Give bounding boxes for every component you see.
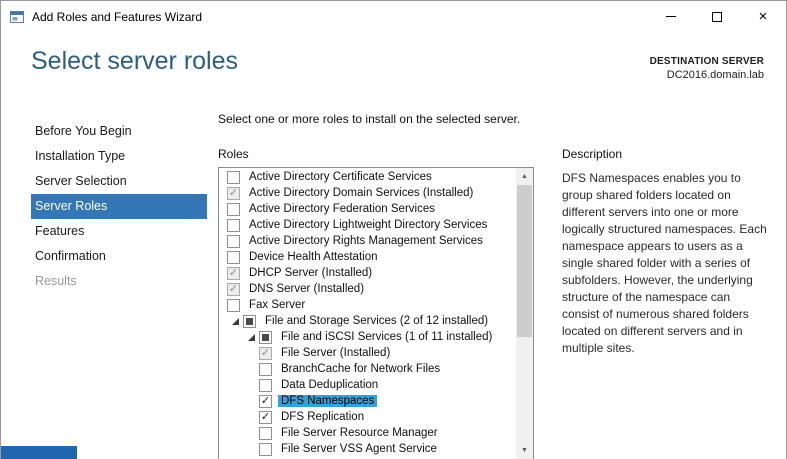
wizard-content: Before You BeginInstallation TypeServer … — [1, 103, 786, 459]
role-label[interactable]: Data Deduplication — [278, 379, 381, 391]
role-label[interactable]: File Server Resource Manager — [278, 427, 441, 439]
destination-server-name: DC2016.domain.lab — [650, 69, 764, 81]
role-label[interactable]: Active Directory Certificate Services — [246, 171, 435, 183]
page-title: Select server roles — [31, 47, 238, 76]
wizard-app-icon — [9, 9, 25, 25]
role-row[interactable]: File and Storage Services (2 of 12 insta… — [219, 313, 516, 329]
role-row[interactable]: Active Directory Certificate Services — [219, 169, 516, 185]
role-label[interactable]: File and Storage Services (2 of 12 insta… — [262, 315, 491, 327]
role-checkbox[interactable] — [259, 379, 272, 392]
role-row[interactable]: ✓ DFS Replication — [219, 409, 516, 425]
description-panel: Description DFS Namespaces enables you t… — [562, 103, 770, 459]
role-label[interactable]: DHCP Server (Installed) — [246, 267, 375, 279]
roles-panel: Select one or more roles to install on t… — [218, 103, 534, 459]
destination-server-label: DESTINATION SERVER — [650, 56, 764, 67]
role-row[interactable]: ✓ File Server (Installed) — [219, 345, 516, 361]
wizard-window: Add Roles and Features Wizard × Select s… — [0, 0, 787, 459]
maximize-button[interactable] — [694, 1, 740, 32]
role-label[interactable]: Device Health Attestation — [246, 251, 381, 263]
indeterminate-icon — [246, 318, 253, 325]
roles-label: Roles — [218, 147, 534, 161]
role-row[interactable]: ✓ Active Directory Domain Services (Insta… — [219, 185, 516, 201]
role-row[interactable]: Active Directory Lightweight Directory S… — [219, 217, 516, 233]
role-checkbox[interactable] — [259, 363, 272, 376]
sidebar-item-features[interactable]: Features — [31, 219, 207, 244]
role-checkbox[interactable] — [227, 203, 240, 216]
role-label[interactable]: DFS Replication — [278, 411, 367, 423]
role-checkbox[interactable] — [227, 235, 240, 248]
role-row[interactable]: ✓ DFS Namespaces — [219, 393, 516, 409]
role-checkbox[interactable]: ✓ — [227, 187, 240, 200]
background-window-fragment — [1, 446, 77, 459]
role-row[interactable]: BranchCache for Network Files — [219, 361, 516, 377]
wizard-nav: Before You BeginInstallation TypeServer … — [31, 103, 207, 459]
role-row[interactable]: Fax Server — [219, 297, 516, 313]
role-row[interactable]: File Server VSS Agent Service — [219, 441, 516, 457]
role-label[interactable]: DNS Server (Installed) — [246, 283, 367, 295]
wizard-header: Select server roles DESTINATION SERVER D… — [1, 32, 786, 103]
role-label[interactable]: File Server VSS Agent Service — [278, 443, 440, 455]
maximize-icon — [712, 12, 722, 22]
role-checkbox[interactable]: ✓ — [259, 395, 272, 408]
role-row[interactable]: File and iSCSI Services (1 of 11 install… — [219, 329, 516, 345]
role-row[interactable]: ✓ DHCP Server (Installed) — [219, 265, 516, 281]
instruction-text: Select one or more roles to install on t… — [218, 112, 534, 126]
role-row[interactable]: File Server Resource Manager — [219, 425, 516, 441]
roles-tree: Active Directory Certificate Services ✓ Ac… — [219, 169, 516, 457]
role-row[interactable]: Data Deduplication — [219, 377, 516, 393]
role-label[interactable]: Fax Server — [246, 299, 308, 311]
minimize-icon — [666, 16, 676, 17]
sidebar-item-installation-type[interactable]: Installation Type — [31, 144, 207, 169]
expander-icon[interactable] — [227, 313, 243, 329]
role-label[interactable]: Active Directory Lightweight Directory S… — [246, 219, 490, 231]
roles-list: Active Directory Certificate Services ✓ Ac… — [218, 167, 534, 459]
role-checkbox[interactable] — [227, 299, 240, 312]
role-row[interactable]: Active Directory Federation Services — [219, 201, 516, 217]
role-checkbox[interactable]: ✓ — [259, 347, 272, 360]
role-checkbox[interactable]: ✓ — [259, 411, 272, 424]
scroll-up-icon[interactable]: ▲ — [516, 168, 533, 185]
sidebar-item-server-roles[interactable]: Server Roles — [31, 194, 207, 219]
sidebar-item-server-selection[interactable]: Server Selection — [31, 169, 207, 194]
role-row[interactable]: Device Health Attestation — [219, 249, 516, 265]
role-label[interactable]: Active Directory Federation Services — [246, 203, 438, 215]
scroll-thumb[interactable] — [517, 185, 532, 337]
role-label[interactable]: File Server (Installed) — [278, 347, 393, 359]
scroll-down-icon[interactable]: ▼ — [516, 442, 533, 459]
role-row[interactable]: ✓ DNS Server (Installed) — [219, 281, 516, 297]
window-title: Add Roles and Features Wizard — [32, 10, 202, 24]
role-checkbox[interactable] — [243, 315, 256, 328]
role-label[interactable]: Active Directory Domain Services (Instal… — [246, 187, 476, 199]
role-checkbox[interactable]: ✓ — [227, 267, 240, 280]
scrollbar[interactable]: ▲ ▼ — [516, 168, 533, 459]
sidebar-item-confirmation[interactable]: Confirmation — [31, 244, 207, 269]
role-label[interactable]: DFS Namespaces — [278, 395, 377, 407]
sidebar-item-results: Results — [31, 269, 207, 294]
close-button[interactable]: × — [740, 1, 786, 32]
role-checkbox[interactable] — [227, 171, 240, 184]
role-checkbox[interactable] — [227, 251, 240, 264]
expander-icon[interactable] — [243, 329, 259, 345]
description-text: DFS Namespaces enables you to group shar… — [562, 170, 770, 357]
sidebar-item-before-you-begin[interactable]: Before You Begin — [31, 119, 207, 144]
indeterminate-icon — [262, 334, 269, 341]
destination-server-block: DESTINATION SERVER DC2016.domain.lab — [650, 47, 764, 81]
description-heading: Description — [562, 147, 770, 161]
minimize-button[interactable] — [648, 1, 694, 32]
role-checkbox[interactable] — [259, 427, 272, 440]
role-checkbox[interactable]: ✓ — [227, 283, 240, 296]
role-row[interactable]: Active Directory Rights Management Servi… — [219, 233, 516, 249]
titlebar[interactable]: Add Roles and Features Wizard × — [1, 1, 786, 32]
role-label[interactable]: BranchCache for Network Files — [278, 363, 443, 375]
role-label[interactable]: Active Directory Rights Management Servi… — [246, 235, 486, 247]
role-label[interactable]: File and iSCSI Services (1 of 11 install… — [278, 331, 495, 343]
role-checkbox[interactable] — [259, 443, 272, 456]
window-controls: × — [648, 1, 786, 32]
role-checkbox[interactable] — [259, 331, 272, 344]
role-checkbox[interactable] — [227, 219, 240, 232]
